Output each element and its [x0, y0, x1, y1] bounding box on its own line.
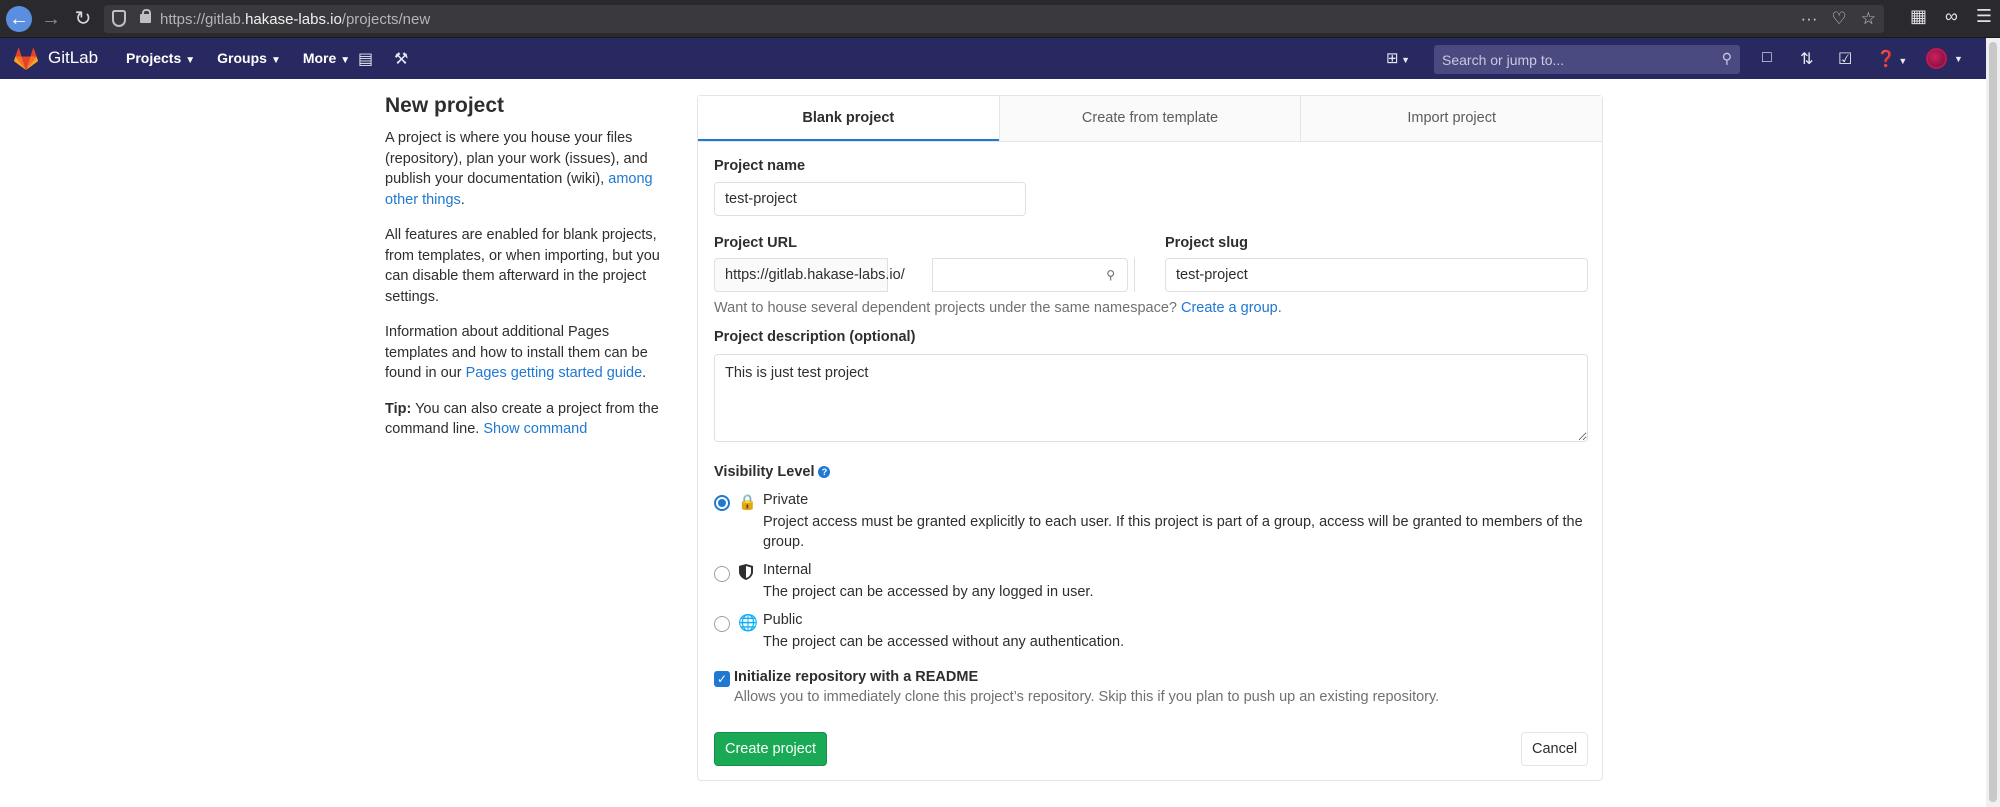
project-url-prefix: https://gitlab.hakase-labs.io/ [714, 258, 905, 292]
nav-groups[interactable]: Groups ▼ [217, 50, 281, 66]
url-text[interactable]: https://gitlab.hakase-labs.io/projects/n… [160, 11, 430, 28]
chevron-down-icon[interactable]: ▼ [1954, 54, 1963, 64]
tip-label: Tip: [385, 400, 412, 417]
new-project-panel: Blank project Create from template Impor… [697, 95, 1603, 781]
tip-paragraph: Tip: You can also create a project from … [385, 399, 670, 440]
chevron-down-icon: ▼ [270, 55, 281, 66]
project-slug-input[interactable] [1165, 258, 1588, 292]
page-actions-icon[interactable]: ··· [1801, 9, 1818, 29]
search-icon: ⚲ [1721, 50, 1732, 66]
forward-arrow-icon[interactable]: → [38, 6, 64, 32]
search-box[interactable]: ⚲ [1434, 45, 1740, 74]
shield-icon [739, 564, 753, 580]
visibility-public-title[interactable]: Public [763, 612, 803, 628]
nav-projects[interactable]: Projects ▼ [126, 50, 195, 66]
intro-end: . [460, 191, 465, 208]
avatar[interactable] [1926, 48, 1947, 69]
project-url-label: Project URL [714, 235, 797, 251]
url-path: /projects/new [341, 11, 431, 28]
visibility-level-label: Visibility Level? [714, 464, 831, 480]
nav-projects-label: Projects [126, 50, 182, 66]
search-icon: ⚲ [1106, 268, 1115, 282]
tab-create-from-template[interactable]: Create from template [998, 96, 1301, 141]
private-mask-icon[interactable]: ∞ [1945, 6, 1958, 27]
tracking-shield-icon[interactable] [112, 10, 126, 27]
scrollbar-thumb[interactable] [1989, 42, 1997, 802]
address-bar[interactable]: https://gitlab.hakase-labs.io/projects/n… [104, 5, 1884, 33]
search-input[interactable] [1434, 45, 1694, 74]
url-divider [1134, 258, 1135, 292]
namespace-select[interactable]: ⚲ [932, 258, 1128, 292]
project-name-input[interactable] [714, 182, 1026, 216]
nav-more-label: More [302, 50, 337, 66]
cancel-button[interactable]: Cancel [1521, 732, 1589, 766]
new-item-plus-icon[interactable]: ⊞ ▼ [1386, 49, 1410, 67]
project-slug-label: Project slug [1165, 235, 1248, 251]
bookmark-star-icon[interactable]: ☆ [1861, 9, 1876, 29]
url-prefix: https://gitlab. [160, 11, 246, 28]
back-arrow-icon[interactable]: ← [6, 6, 32, 32]
lock-icon[interactable] [140, 9, 151, 23]
visibility-public-desc: The project can be accessed without any … [763, 634, 1125, 650]
menu-icon[interactable]: ☰ [1976, 6, 1992, 27]
visibility-public-radio[interactable] [714, 616, 730, 632]
page-title: New project [385, 94, 505, 117]
admin-wrench-icon[interactable]: ⚒ [394, 49, 408, 69]
readme-label[interactable]: Initialize repository with a README [734, 669, 978, 685]
namespace-help: Want to house several dependent projects… [714, 300, 1282, 316]
globe-icon: 🌐 [738, 615, 758, 632]
pages-end: . [642, 365, 647, 381]
pages-paragraph: Information about additional Pages templ… [385, 322, 670, 384]
visibility-label-text: Visibility Level [714, 464, 815, 480]
browser-toolbar: ← → ↻ https://gitlab.hakase-labs.io/proj… [0, 0, 2000, 38]
show-command-link[interactable]: Show command [483, 421, 587, 437]
help-question-icon[interactable]: ? [818, 466, 831, 479]
help-icon[interactable]: ❓ ▼ [1876, 49, 1907, 69]
visibility-private-desc: Project access must be granted explicitl… [763, 514, 1583, 550]
project-tabs: Blank project Create from template Impor… [698, 96, 1602, 142]
create-group-link[interactable]: Create a group. [1181, 300, 1282, 316]
gitlab-navbar: GitLab Projects▼ Groups▼ More▼ ▤ ⚒ ⊞ ▼ ⚲… [0, 38, 1986, 79]
visibility-internal-desc: The project can be accessed by any logge… [763, 584, 1094, 600]
pocket-icon[interactable]: ♡ [1832, 9, 1847, 29]
visibility-private-radio[interactable] [714, 495, 730, 511]
visibility-internal-radio[interactable] [714, 566, 730, 582]
visibility-private-title[interactable]: Private [763, 492, 808, 508]
activity-chart-icon[interactable]: ▤ [358, 49, 373, 69]
nav-groups-label: Groups [217, 50, 267, 66]
create-project-button[interactable]: Create project [714, 732, 828, 766]
visibility-internal-title[interactable]: Internal [763, 562, 811, 578]
gitlab-brand[interactable]: GitLab [48, 48, 98, 68]
project-description-input[interactable]: This is just test project [714, 354, 1588, 442]
reload-icon[interactable]: ↻ [70, 6, 96, 32]
chevron-down-icon: ▼ [340, 55, 351, 66]
tab-blank-project[interactable]: Blank project [698, 96, 999, 141]
reader-view-icon[interactable]: ▦ [1910, 6, 1927, 27]
nav-more[interactable]: More ▼ [303, 50, 350, 66]
features-paragraph: All features are enabled for blank proje… [385, 227, 660, 305]
gitlab-logo-icon[interactable] [14, 48, 38, 70]
chevron-down-icon: ▼ [185, 55, 196, 66]
readme-checkbox[interactable]: ✓ [714, 671, 730, 687]
tab-import-project[interactable]: Import project [1300, 96, 1602, 141]
intro-paragraph: A project is where you house your files … [385, 128, 670, 210]
readme-desc: Allows you to immediately clone this pro… [734, 689, 1440, 705]
lock-icon: 🔒 [738, 494, 757, 511]
namespace-help-text: Want to house several dependent projects… [714, 300, 1177, 316]
intro-column: New project A project is where you house… [385, 94, 670, 455]
merge-requests-icon[interactable]: ⇅ [1800, 49, 1813, 69]
project-description-label: Project description (optional) [714, 329, 916, 345]
pages-guide-link[interactable]: Pages getting started guide [466, 365, 643, 381]
issues-icon[interactable]: □ [1762, 49, 1772, 67]
url-host: hakase-labs.io [245, 11, 342, 28]
project-name-label: Project name [714, 158, 806, 174]
todos-icon[interactable]: ☑ [1838, 49, 1852, 69]
